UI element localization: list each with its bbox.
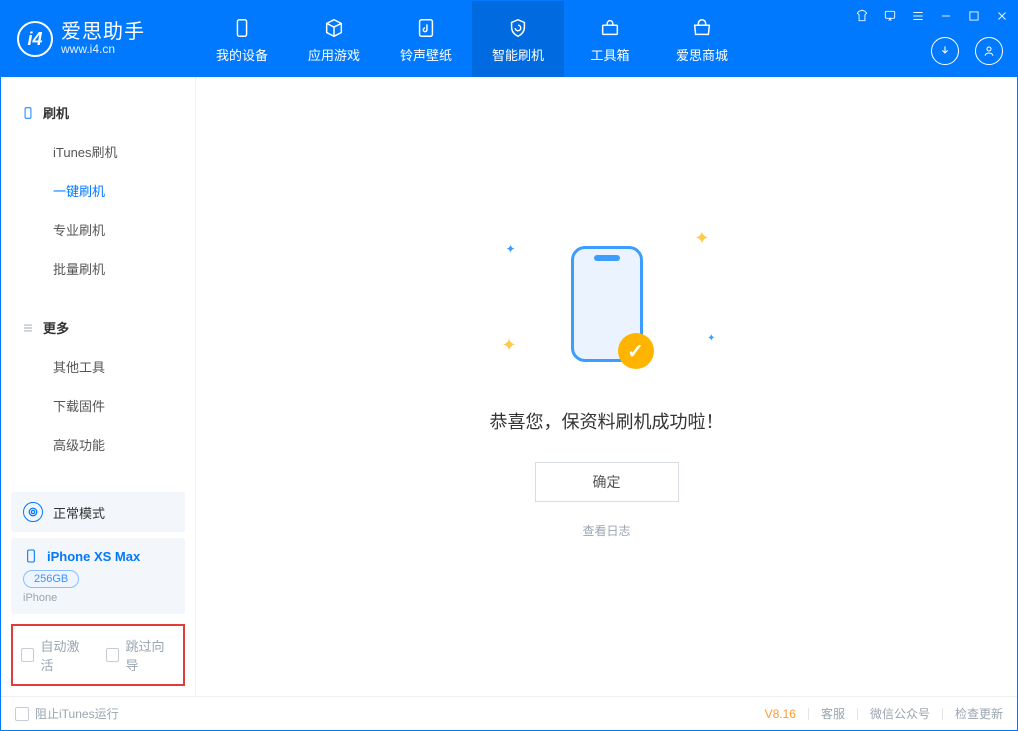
nav-toolbox[interactable]: 工具箱 [564, 1, 656, 77]
body: 刷机 iTunes刷机 一键刷机 专业刷机 批量刷机 更多 其他工具 下载固件 … [1, 77, 1017, 696]
sparkle-icon: ✦ [694, 228, 709, 249]
checkbox-icon [21, 648, 34, 662]
music-file-icon [413, 15, 439, 41]
nav-my-device[interactable]: 我的设备 [196, 1, 288, 77]
sidebar-scroll: 刷机 iTunes刷机 一键刷机 专业刷机 批量刷机 更多 其他工具 下载固件 … [1, 77, 195, 486]
sparkle-icon: ✦ [502, 335, 517, 356]
nav-label: 应用游戏 [308, 45, 360, 64]
success-message: 恭喜您，保资料刷机成功啦！ [490, 408, 724, 434]
skip-guide-checkbox[interactable]: 跳过向导 [106, 636, 175, 674]
checkbox-label: 阻止iTunes运行 [35, 705, 119, 722]
sidebar-item-download-firmware[interactable]: 下载固件 [1, 386, 195, 425]
toolbox-icon [597, 15, 623, 41]
options-highlight-box: 自动激活 跳过向导 [11, 624, 185, 686]
checkbox-label: 跳过向导 [125, 636, 175, 674]
minimize-icon[interactable] [937, 7, 955, 25]
group-title: 刷机 [43, 103, 69, 122]
logo-icon: i4 [17, 21, 53, 57]
sidebar-item-batch-flash[interactable]: 批量刷机 [1, 249, 195, 288]
brand-name: 爱思助手 [61, 21, 145, 43]
phone-graphic: ✓ [571, 246, 643, 362]
logo-area: i4 爱思助手 www.i4.cn [1, 1, 196, 77]
list-icon [21, 321, 35, 335]
nav-smart-flash[interactable]: 智能刷机 [472, 1, 564, 77]
sidebar-item-itunes-flash[interactable]: iTunes刷机 [1, 132, 195, 171]
divider [808, 708, 809, 720]
checkbox-icon [15, 707, 29, 721]
group-title: 更多 [43, 318, 69, 337]
nav-label: 爱思商城 [676, 45, 728, 64]
shield-refresh-icon [505, 15, 531, 41]
sparkle-icon: ✦ [707, 333, 715, 344]
phone-outline-icon [23, 548, 39, 564]
top-nav: 我的设备 应用游戏 铃声壁纸 智能刷机 工具箱 爱思商城 [196, 1, 748, 77]
capacity-badge: 256GB [23, 570, 79, 588]
check-update-link[interactable]: 检查更新 [955, 705, 1003, 722]
sidebar-item-oneclick-flash[interactable]: 一键刷机 [1, 171, 195, 210]
wechat-link[interactable]: 微信公众号 [870, 705, 930, 722]
status-right: V8.16 客服 微信公众号 检查更新 [765, 705, 1003, 722]
window-controls [853, 7, 1011, 25]
device-info-card[interactable]: iPhone XS Max 256GB iPhone [11, 538, 185, 614]
mode-icon [23, 502, 43, 522]
device-name: iPhone XS Max [47, 549, 140, 564]
store-icon [689, 15, 715, 41]
nav-label: 我的设备 [216, 45, 268, 64]
sidebar-devices: 正常模式 iPhone XS Max 256GB iPhone 自动激活 [1, 486, 195, 696]
main-content: ✓ ✦ ✦ ✦ ✦ 恭喜您，保资料刷机成功啦！ 确定 查看日志 [196, 77, 1017, 696]
checkbox-icon [106, 648, 119, 662]
nav-label: 铃声壁纸 [400, 45, 452, 64]
app-window: i4 爱思助手 www.i4.cn 我的设备 应用游戏 铃声壁纸 智能刷机 [0, 0, 1018, 731]
stop-itunes-checkbox[interactable]: 阻止iTunes运行 [15, 705, 119, 722]
device-subtype: iPhone [23, 592, 173, 604]
divider [942, 708, 943, 720]
header-right [931, 37, 1003, 65]
nav-label: 工具箱 [590, 45, 629, 64]
brand-url: www.i4.cn [61, 43, 145, 56]
divider [857, 708, 858, 720]
sidebar-item-pro-flash[interactable]: 专业刷机 [1, 210, 195, 249]
menu-icon[interactable] [909, 7, 927, 25]
confirm-button[interactable]: 确定 [535, 462, 679, 502]
account-button[interactable] [975, 37, 1003, 65]
maximize-icon[interactable] [965, 7, 983, 25]
status-left: 阻止iTunes运行 [15, 705, 119, 722]
auto-activate-checkbox[interactable]: 自动激活 [21, 636, 90, 674]
support-link[interactable]: 客服 [821, 705, 845, 722]
sidebar: 刷机 iTunes刷机 一键刷机 专业刷机 批量刷机 更多 其他工具 下载固件 … [1, 77, 196, 696]
phone-icon [21, 106, 35, 120]
sidebar-item-other-tools[interactable]: 其他工具 [1, 347, 195, 386]
success-illustration: ✓ ✦ ✦ ✦ ✦ [532, 234, 682, 374]
sidebar-item-advanced[interactable]: 高级功能 [1, 425, 195, 464]
mode-label: 正常模式 [53, 503, 105, 522]
skin-icon[interactable] [853, 7, 871, 25]
nav-ringtones-wallpapers[interactable]: 铃声壁纸 [380, 1, 472, 77]
check-badge-icon: ✓ [618, 333, 654, 369]
sidebar-group-more: 更多 [1, 306, 195, 347]
nav-apps-games[interactable]: 应用游戏 [288, 1, 380, 77]
logo-text: 爱思助手 www.i4.cn [61, 21, 145, 56]
device-icon [229, 15, 255, 41]
titlebar: i4 爱思助手 www.i4.cn 我的设备 应用游戏 铃声壁纸 智能刷机 [1, 1, 1017, 77]
device-name-row: iPhone XS Max [23, 548, 173, 564]
cube-icon [321, 15, 347, 41]
device-mode-card[interactable]: 正常模式 [11, 492, 185, 532]
close-icon[interactable] [993, 7, 1011, 25]
download-button[interactable] [931, 37, 959, 65]
sparkle-icon: ✦ [506, 242, 516, 256]
statusbar: 阻止iTunes运行 V8.16 客服 微信公众号 检查更新 [1, 696, 1017, 730]
view-log-link[interactable]: 查看日志 [582, 522, 630, 539]
sidebar-group-flash: 刷机 [1, 91, 195, 132]
nav-label: 智能刷机 [492, 45, 544, 64]
version-label: V8.16 [765, 707, 796, 721]
feedback-icon[interactable] [881, 7, 899, 25]
nav-store[interactable]: 爱思商城 [656, 1, 748, 77]
checkbox-label: 自动激活 [40, 636, 90, 674]
